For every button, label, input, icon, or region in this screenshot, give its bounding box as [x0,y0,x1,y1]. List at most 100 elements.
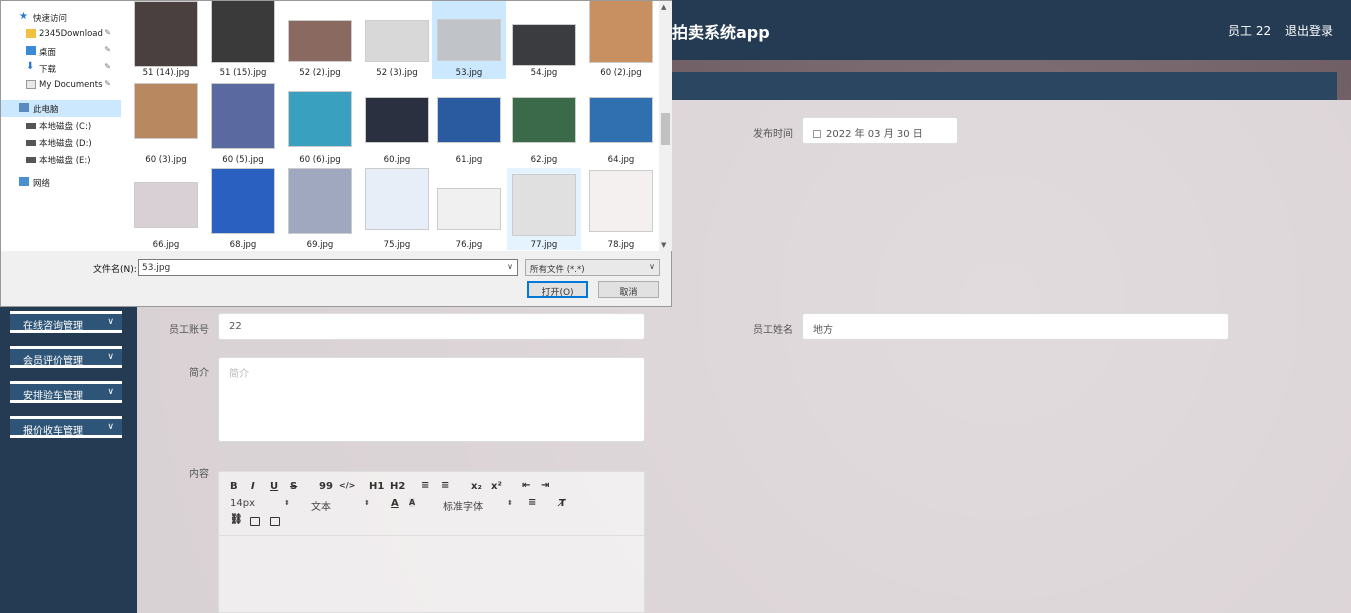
file-type-select[interactable]: 所有文件 (*.*) ∨ [525,259,660,276]
pin-icon: ✎ [104,28,111,37]
account-value: 22 [229,321,242,332]
sidebar-item-label: 在线咨询管理 [23,321,83,332]
filename-label: 文件名(N): [93,265,137,275]
nav-drive-e[interactable]: 本地磁盘 (E:) [1,151,121,168]
strike-button[interactable]: S [290,481,297,492]
file-tile[interactable]: 60 (3).jpg [129,83,203,165]
h1-button[interactable]: H1 [369,481,384,492]
drive-icon [26,157,36,163]
file-type-value: 所有文件 (*.*) [530,265,585,275]
nav-label: 本地磁盘 (D:) [39,139,92,149]
file-tile[interactable]: 75.jpg [360,168,434,250]
sidebar-item-quote[interactable]: 报价收车管理 ∨ [10,416,122,438]
file-name: 53.jpg [455,68,483,78]
file-tile[interactable]: 53.jpg [432,1,506,79]
ordered-list-button[interactable]: ≡ [421,480,429,491]
scroll-up-icon[interactable]: ▲ [661,3,666,11]
name-field[interactable]: 地方 [802,313,1229,340]
current-user[interactable]: 员工 22 [1228,22,1271,39]
file-name: 68.jpg [229,240,257,250]
file-tile[interactable]: 51 (15).jpg [206,1,280,79]
filename-input[interactable]: 53.jpg ∨ [138,259,518,276]
cancel-button[interactable]: 取消 [598,281,659,298]
file-tile[interactable]: 60 (5).jpg [206,83,280,165]
sidebar-item-inspection[interactable]: 安排验车管理 ∨ [10,381,122,403]
file-name: 76.jpg [455,240,483,250]
file-list-scrollbar[interactable]: ▲ ▼ [659,1,672,251]
intro-textarea[interactable]: 简介 [218,357,645,442]
file-tile[interactable]: 76.jpg [432,168,506,250]
clear-format-icon[interactable]: T̸ [559,498,566,509]
scroll-down-icon[interactable]: ▼ [661,241,666,249]
rich-text-editor: B I U S 99 </> H1 H2 ≡ ≡ x₂ x² ⇤ ⇥ 14px … [218,471,645,613]
pin-icon: ✎ [104,45,111,54]
image-icon[interactable] [250,517,260,526]
logout-link[interactable]: 退出登录 [1285,22,1333,39]
name-value: 地方 [813,325,833,336]
nav-label: 此电脑 [33,105,59,115]
file-name: 62.jpg [530,155,558,165]
code-button[interactable]: </> [339,481,355,490]
file-tile[interactable]: 66.jpg [129,168,203,250]
account-field[interactable]: 22 [218,313,645,340]
file-thumbnail [211,1,275,63]
publish-time-field[interactable]: 2022 年 03 月 30 日 [802,117,958,144]
file-tile[interactable]: 60 (2).jpg [584,1,658,79]
video-icon[interactable] [270,517,280,526]
file-tile[interactable]: 60 (6).jpg [283,83,357,165]
sidebar-item-review[interactable]: 会员评价管理 ∨ [10,346,122,368]
pin-icon: ✎ [104,62,111,71]
nav-2345download[interactable]: 2345Download ✎ [1,26,121,43]
scrollbar-thumb[interactable] [661,113,670,145]
file-tile[interactable]: 64.jpg [584,83,658,165]
intro-placeholder: 简介 [229,369,249,380]
file-thumbnail [134,83,198,139]
nav-this-pc[interactable]: 此电脑 [1,100,121,117]
breadcrumb-bar [672,72,1337,100]
filename-value: 53.jpg [142,263,171,273]
network-icon [19,177,29,186]
file-tile[interactable]: 69.jpg [283,168,357,250]
nav-desktop[interactable]: 桌面 ✎ [1,43,121,60]
file-name: 69.jpg [306,240,334,250]
font-family-select[interactable]: 标准字体 ⬍ [443,498,513,513]
sidebar-item-consult[interactable]: 在线咨询管理 ∨ [10,311,122,333]
nav-my-documents[interactable]: My Documents ✎ [1,77,121,94]
file-tile[interactable]: 52 (3).jpg [360,1,434,79]
chevron-down-icon[interactable]: ∨ [507,262,513,271]
file-name: 60.jpg [383,155,411,165]
subscript-button[interactable]: x₂ [471,481,482,492]
h2-button[interactable]: H2 [390,481,405,492]
nav-quick-access[interactable]: ★ 快速访问 [1,9,121,26]
file-tile[interactable]: 62.jpg [507,83,581,165]
outdent-button[interactable]: ⇤ [522,480,530,491]
nav-network[interactable]: 网络 [1,174,121,191]
file-tile[interactable]: 61.jpg [432,83,506,165]
indent-button[interactable]: ⇥ [541,480,549,491]
quote-button[interactable]: 99 [319,481,333,492]
background-color-icon[interactable]: A [409,498,416,507]
nav-downloads[interactable]: ⬇ 下载 ✎ [1,60,121,77]
file-tile[interactable]: 51 (14).jpg [129,1,203,79]
nav-drive-d[interactable]: 本地磁盘 (D:) [1,134,121,151]
font-size-select[interactable]: 14px ⬍ [230,498,290,509]
superscript-button[interactable]: x² [491,481,502,492]
text-type-select[interactable]: 文本 ⬍ [311,498,371,513]
nav-drive-c[interactable]: 本地磁盘 (C:) [1,117,121,134]
nav-label: 2345Download [39,29,103,39]
underline-button[interactable]: U [270,481,278,492]
file-tile[interactable]: 60.jpg [360,83,434,165]
file-tile[interactable]: 78.jpg [584,168,658,250]
link-icon[interactable]: ⛓ [230,514,243,525]
file-tile[interactable]: 68.jpg [206,168,280,250]
file-tile[interactable]: 54.jpg [507,1,581,79]
open-button[interactable]: 打开(O) [527,281,588,298]
font-color-icon[interactable]: A [391,498,399,509]
file-tile[interactable]: 77.jpg [507,168,581,250]
nav-label: 网络 [33,179,51,189]
bullet-list-button[interactable]: ≡ [441,480,449,491]
bold-button[interactable]: B [230,481,238,492]
align-icon[interactable]: ≡ [528,497,536,508]
file-tile[interactable]: 52 (2).jpg [283,1,357,79]
italic-button[interactable]: I [251,481,255,492]
